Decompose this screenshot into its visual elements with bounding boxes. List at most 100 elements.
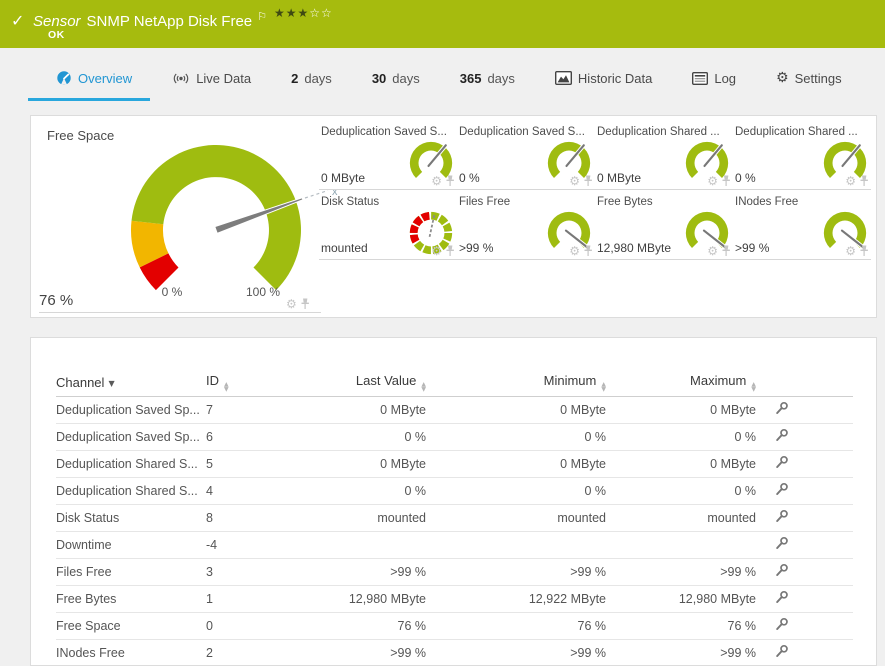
cell-last-value: 76 % <box>296 612 426 639</box>
sort-both-icon: ▲▼ <box>224 382 229 392</box>
channel-settings-wrench-icon[interactable] <box>774 455 789 470</box>
cell-channel: Disk Status <box>56 504 206 531</box>
channel-settings-wrench-icon[interactable] <box>774 536 789 551</box>
channel-settings-wrench-icon[interactable] <box>774 509 789 524</box>
active-tab-underline <box>28 98 150 101</box>
gauge-settings-gear-icon[interactable]: ⚙ <box>845 175 856 187</box>
cell-channel: Deduplication Shared S... <box>56 477 206 504</box>
pin-icon[interactable] <box>445 175 455 187</box>
table-row: Deduplication Shared S... 5 0 MByte 0 MB… <box>56 450 853 477</box>
gauge-min-label: 0 % <box>162 285 183 299</box>
column-header-minimum[interactable]: Minimum▲▼ <box>426 370 606 396</box>
priority-stars[interactable]: ★★★☆☆ <box>274 6 333 20</box>
cell-id: 6 <box>206 423 296 450</box>
cell-last-value: 12,980 MByte <box>296 585 426 612</box>
table-header-row: Channel▼ ID▲▼ Last Value▲▼ Minimum▲▼ Max… <box>56 370 853 396</box>
gauge-settings-gear-icon[interactable]: ⚙ <box>707 175 718 187</box>
tab-365-days[interactable]: 365 days <box>460 71 515 86</box>
cell-filler <box>806 612 853 639</box>
channel-settings-wrench-icon[interactable] <box>774 617 789 632</box>
cell-last-value: mounted <box>296 504 426 531</box>
pin-icon[interactable] <box>445 245 455 257</box>
tab-2-days[interactable]: 2 days <box>291 71 332 86</box>
gauge-cell-value: mounted <box>321 241 368 255</box>
tab-historic-data[interactable]: Historic Data <box>555 71 652 86</box>
pin-icon[interactable] <box>859 245 869 257</box>
pin-icon[interactable] <box>300 298 310 310</box>
tab-live-data[interactable]: Live Data <box>172 71 251 86</box>
gauge-settings-gear-icon[interactable]: ⚙ <box>286 298 297 310</box>
gauge-cell-value: 0 MByte <box>597 171 641 185</box>
table-row: Free Bytes 1 12,980 MByte 12,922 MByte 1… <box>56 585 853 612</box>
cell-filler <box>806 585 853 612</box>
pin-icon[interactable] <box>583 245 593 257</box>
gauge-settings-gear-icon[interactable]: ⚙ <box>569 175 580 187</box>
channels-table-panel: Channel▼ ID▲▼ Last Value▲▼ Minimum▲▼ Max… <box>30 337 877 666</box>
cell-id: -4 <box>206 531 296 558</box>
channel-settings-wrench-icon[interactable] <box>774 644 789 659</box>
tab-overview[interactable]: Overview <box>56 70 132 86</box>
gauge-cell-value: 12,980 MByte <box>597 241 671 255</box>
cell-channel: Free Space <box>56 612 206 639</box>
gauge-settings-gear-icon[interactable]: ⚙ <box>707 245 718 257</box>
tab-365-days-unit: days <box>487 71 514 86</box>
cell-maximum: 0 % <box>606 477 756 504</box>
status-badge: OK <box>48 29 65 41</box>
cell-filler <box>806 423 853 450</box>
channel-settings-wrench-icon[interactable] <box>774 563 789 578</box>
cell-filler <box>806 477 853 504</box>
tab-settings-label: Settings <box>795 71 842 86</box>
gauge-settings-gear-icon[interactable]: ⚙ <box>431 245 442 257</box>
column-header-id[interactable]: ID▲▼ <box>206 370 296 396</box>
tab-bar: Overview Live Data 2 days 30 days <box>0 48 885 112</box>
cell-channel: Free Bytes <box>56 585 206 612</box>
tab-historic-data-label: Historic Data <box>578 71 652 86</box>
pin-icon[interactable] <box>721 245 731 257</box>
cell-maximum: >99 % <box>606 639 756 666</box>
cell-minimum: 0 MByte <box>426 396 606 423</box>
table-row: Disk Status 8 mounted mounted mounted <box>56 504 853 531</box>
tab-30-days[interactable]: 30 days <box>372 71 420 86</box>
priority-flag-icon[interactable]: ⚐ <box>257 10 267 23</box>
sort-both-icon: ▲▼ <box>751 382 756 392</box>
channel-settings-wrench-icon[interactable] <box>774 590 789 605</box>
channel-settings-wrench-icon[interactable] <box>774 428 789 443</box>
log-list-icon <box>692 72 708 85</box>
tab-live-data-label: Live Data <box>196 71 251 86</box>
column-header-maximum[interactable]: Maximum▲▼ <box>606 370 756 396</box>
cell-minimum: mounted <box>426 504 606 531</box>
gauge-cell-value: >99 % <box>735 241 769 255</box>
cell-id: 7 <box>206 396 296 423</box>
free-space-gauge: x 0 % 100 % <box>86 118 351 310</box>
table-row: Files Free 3 >99 % >99 % >99 % <box>56 558 853 585</box>
tab-settings[interactable]: ⚙ Settings <box>776 70 842 86</box>
tab-log[interactable]: Log <box>692 71 736 86</box>
channel-settings-wrench-icon[interactable] <box>774 482 789 497</box>
gauge-settings-gear-icon[interactable]: ⚙ <box>431 175 442 187</box>
cell-maximum: 0 MByte <box>606 396 756 423</box>
gauge-settings-gear-icon[interactable]: ⚙ <box>569 245 580 257</box>
gauge-cell-value: 0 % <box>459 171 480 185</box>
channels-table: Channel▼ ID▲▼ Last Value▲▼ Minimum▲▼ Max… <box>56 370 853 666</box>
cell-maximum: >99 % <box>606 558 756 585</box>
column-header-channel[interactable]: Channel▼ <box>56 370 206 396</box>
cell-id: 5 <box>206 450 296 477</box>
cell-channel: Deduplication Saved Sp... <box>56 423 206 450</box>
cell-minimum: >99 % <box>426 639 606 666</box>
stars-empty: ☆☆ <box>309 6 333 20</box>
channel-settings-wrench-icon[interactable] <box>774 401 789 416</box>
cell-minimum: 0 % <box>426 477 606 504</box>
gauge-max-label: 100 % <box>246 285 280 299</box>
gauge-settings-gear-icon[interactable]: ⚙ <box>845 245 856 257</box>
cell-minimum: 76 % <box>426 612 606 639</box>
pin-icon[interactable] <box>721 175 731 187</box>
gauge-cell-title: Deduplication Shared ... <box>735 126 858 138</box>
pin-icon[interactable] <box>583 175 593 187</box>
column-header-last-value[interactable]: Last Value▲▼ <box>296 370 426 396</box>
pin-icon[interactable] <box>859 175 869 187</box>
cell-filler <box>806 504 853 531</box>
cell-filler <box>806 531 853 558</box>
cell-last-value: 0 MByte <box>296 396 426 423</box>
column-header-label: Channel <box>56 375 104 390</box>
table-row: Deduplication Shared S... 4 0 % 0 % 0 % <box>56 477 853 504</box>
